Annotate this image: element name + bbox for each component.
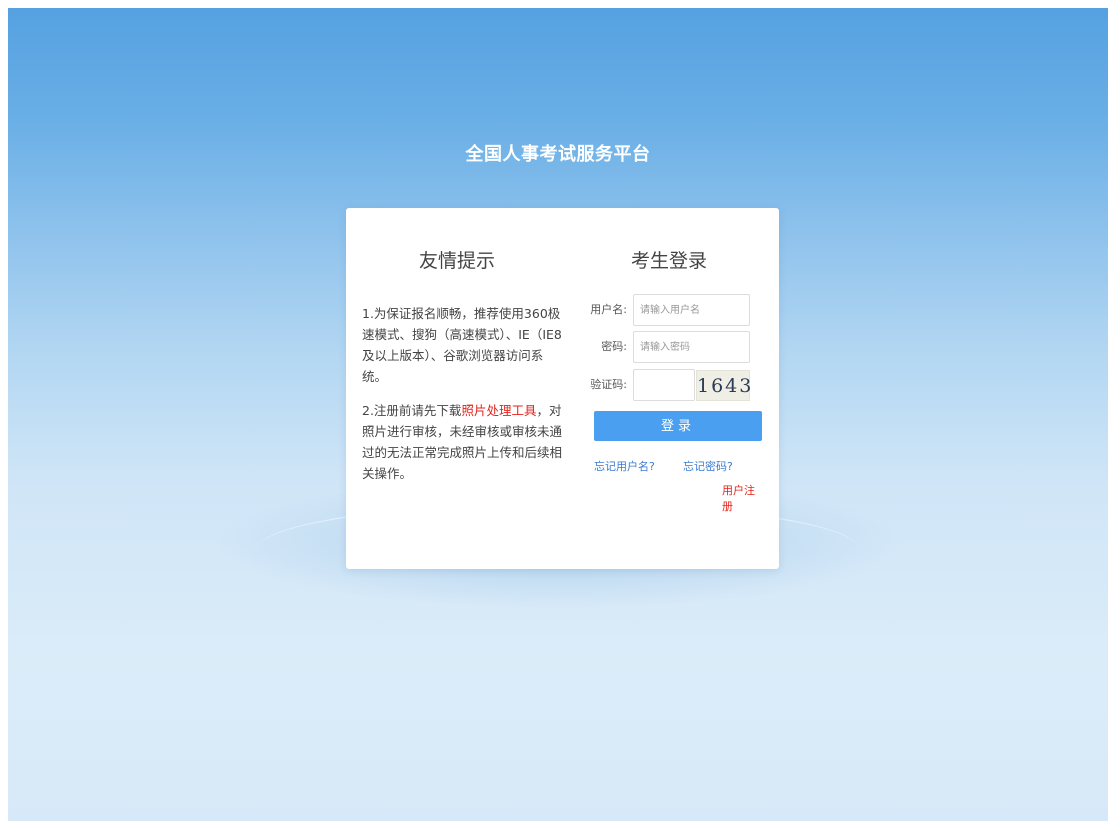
username-row: 用户名: — [590, 294, 762, 326]
username-label: 用户名: — [590, 303, 627, 316]
password-row: 密码: — [594, 331, 762, 363]
captcha-image[interactable]: 1643 — [696, 370, 751, 401]
register-link[interactable]: 用户注册 — [722, 482, 762, 514]
login-title: 考生登录 — [630, 250, 707, 272]
photo-tool-download-link[interactable]: 照片处理工具 — [461, 403, 536, 418]
password-label: 密码: — [601, 340, 627, 353]
login-button[interactable]: 登录 — [594, 411, 762, 441]
captcha-row: 验证码: 1643 — [590, 369, 762, 401]
tip-2-text-before: 2.注册前请先下载 — [362, 403, 462, 418]
tip-2: 2.注册前请先下载照片处理工具，对照片进行审核，未经审核或审核未通过的无法正常完… — [362, 400, 562, 484]
captcha-label: 验证码: — [590, 378, 627, 391]
login-panel: 考生登录 用户名: 密码: 验证码: 1643 登录 忘记用户名? 忘记密码? … — [590, 208, 762, 513]
captcha-input[interactable] — [633, 369, 695, 401]
forgot-username-link[interactable]: 忘记用户名? — [594, 458, 655, 474]
site-title: 全国人事考试服务平台 — [465, 144, 651, 165]
password-input[interactable] — [633, 331, 750, 363]
tips-panel: 友情提示 1.为保证报名顺畅，推荐使用360极速模式、搜狗（高速模式）、IE（I… — [362, 208, 562, 484]
tips-title: 友情提示 — [418, 250, 495, 272]
tip-1: 1.为保证报名顺畅，推荐使用360极速模式、搜狗（高速模式）、IE（IE8及以上… — [362, 306, 562, 384]
forgot-password-link[interactable]: 忘记密码? — [683, 458, 733, 474]
username-input[interactable] — [633, 294, 750, 326]
login-card: 友情提示 1.为保证报名顺畅，推荐使用360极速模式、搜狗（高速模式）、IE（I… — [346, 208, 779, 569]
page-background: 全国人事考试服务平台 友情提示 1.为保证报名顺畅，推荐使用360极速模式、搜狗… — [8, 8, 1108, 821]
